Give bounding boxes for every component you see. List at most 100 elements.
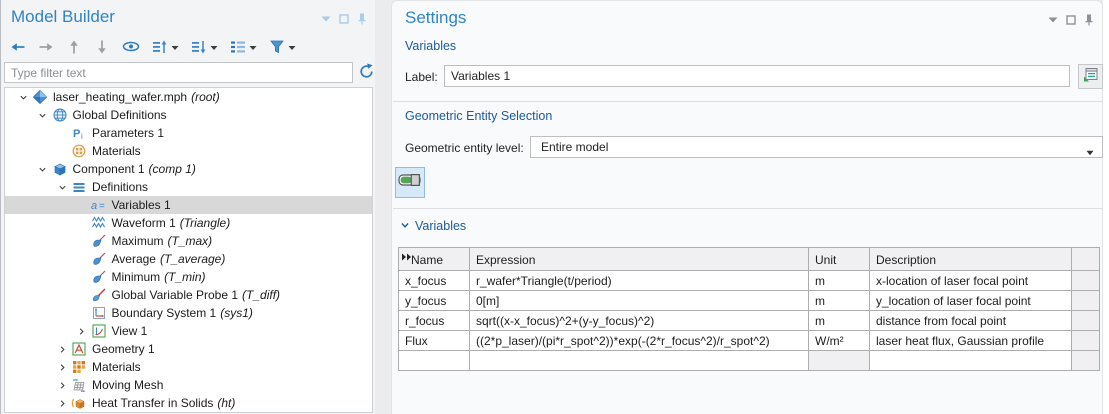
pin-panel-icon[interactable] [357, 13, 367, 25]
variable-name-cell[interactable]: Flux [399, 331, 470, 351]
chevron-collapsed-icon[interactable] [55, 399, 69, 408]
tree-item-laser-heating-wafer-mph[interactable]: laser_heating_wafer.mph(root) [5, 88, 372, 106]
tree-item-boundary-system-1[interactable]: Boundary System 1(sys1) [5, 304, 372, 322]
pin-panel-icon[interactable] [1084, 14, 1094, 26]
table-header-row: NameExpressionUnitDescription [399, 248, 1100, 271]
column-header-description[interactable]: Description [870, 248, 1072, 271]
variable-expression-cell[interactable]: sqrt((x-x_focus)^2+(y-y_focus)^2) [470, 311, 809, 331]
tree-item-maximum[interactable]: Maximum(T_max) [5, 232, 372, 250]
column-header-name[interactable]: Name [399, 248, 470, 271]
panel-menu-icon[interactable] [321, 16, 331, 22]
variable-expression-cell[interactable]: ((2*p_laser)/(pi*r_spot^2))*exp(-(2*r_fo… [470, 331, 809, 351]
float-panel-icon[interactable] [1066, 15, 1076, 25]
variable-description-cell[interactable]: distance from focal point [870, 311, 1072, 331]
tree-item-tag: (T_average) [160, 250, 225, 268]
variable-expression-cell[interactable] [470, 351, 809, 371]
table-corner-resize-icon[interactable] [401, 250, 412, 264]
filler-cell [1072, 311, 1100, 331]
variable-unit-cell[interactable]: m [809, 291, 870, 311]
variable-unit-cell[interactable]: m [809, 271, 870, 291]
chevron-collapsed-icon[interactable] [55, 381, 69, 390]
move-up-button[interactable] [66, 39, 82, 55]
tree-item-variables-1[interactable]: a=Variables 1 [5, 196, 372, 214]
tree-item-minimum[interactable]: Minimum(T_min) [5, 268, 372, 286]
column-header-unit[interactable]: Unit [809, 248, 870, 271]
settings-window-icons [1048, 14, 1094, 26]
tree-item-parameters-1[interactable]: PiParameters 1 [5, 124, 372, 142]
tree-item-label: Minimum [112, 268, 161, 286]
probe-icon [89, 252, 109, 266]
settings-title: Settings [405, 8, 466, 28]
chevron-collapsed-icon[interactable] [75, 327, 89, 336]
back-button[interactable] [10, 39, 26, 55]
refresh-icon[interactable] [358, 63, 375, 80]
column-header-expression[interactable]: Expression [470, 248, 809, 271]
svg-text:=: = [99, 201, 105, 212]
tree-item-heat-transfer-in-solids[interactable]: Heat Transfer in Solids(ht) [5, 394, 372, 412]
variable-description-cell[interactable]: y_location of laser focal point [870, 291, 1072, 311]
variable-row-r-focus: r_focussqrt((x-x_focus)^2+(y-y_focus)^2)… [399, 311, 1100, 331]
variable-description-cell[interactable]: laser heat flux, Gaussian profile [870, 331, 1072, 351]
variable-name-cell[interactable]: r_focus [399, 311, 470, 331]
variables-section-header[interactable]: Variables [400, 217, 466, 235]
parameters-icon: Pi [69, 126, 89, 140]
collapse-all-menu-caret-icon[interactable] [171, 38, 179, 56]
tree-item-definitions[interactable]: Definitions [5, 178, 372, 196]
tree-item-global-variable-probe-1[interactable]: Global Variable Probe 1(T_diff) [5, 286, 372, 304]
variable-name-cell[interactable] [399, 351, 470, 371]
variable-description-cell[interactable]: x-location of laser focal point [870, 271, 1072, 291]
filter-input[interactable] [4, 62, 353, 83]
show-button[interactable] [122, 41, 140, 53]
tree-item-waveform-1[interactable]: Waveform 1(Triangle) [5, 214, 372, 232]
variable-unit-cell[interactable]: W/m² [809, 331, 870, 351]
model-builder-title: Model Builder [11, 7, 115, 27]
tree-item-moving-mesh[interactable]: Moving Mesh [5, 376, 372, 394]
tree-item-view-1[interactable]: View 1 [5, 322, 372, 340]
filter-button[interactable] [269, 39, 285, 55]
tree-item-average[interactable]: Average(T_average) [5, 250, 372, 268]
tree-item-geometry-1[interactable]: Geometry 1 [5, 340, 372, 358]
chevron-expanded-icon[interactable] [36, 165, 50, 174]
chevron-collapsed-icon[interactable] [55, 345, 69, 354]
variable-expression-cell[interactable]: r_wafer*Triangle(t/period) [470, 271, 809, 291]
tree-item-label: Component 1 [73, 160, 145, 178]
node-text-button[interactable] [230, 39, 246, 55]
expand-all-menu-caret-icon[interactable] [210, 38, 218, 56]
expand-all-button[interactable] [191, 39, 207, 55]
chevron-expanded-icon[interactable] [36, 111, 50, 120]
variable-name-cell[interactable]: y_focus [399, 291, 470, 311]
variable-unit-cell[interactable] [809, 351, 870, 371]
probe-icon [89, 234, 109, 248]
variable-description-cell[interactable] [870, 351, 1072, 371]
filter-menu-caret-icon[interactable] [288, 38, 296, 56]
variable-name-cell[interactable]: x_focus [399, 271, 470, 291]
label-document-icon [1083, 66, 1099, 87]
global-probe-icon [89, 288, 109, 302]
variable-unit-cell[interactable]: m [809, 311, 870, 331]
tree-item-materials[interactable]: Materials [5, 142, 372, 160]
geometric-entity-level-select[interactable]: Entire model [530, 136, 1103, 158]
panel-menu-icon[interactable] [1048, 17, 1058, 23]
chevron-collapsed-icon[interactable] [55, 363, 69, 372]
chevron-expanded-icon[interactable] [16, 93, 30, 102]
chevron-expanded-icon[interactable] [55, 183, 69, 192]
waveform-icon [89, 216, 109, 230]
label-field-input[interactable] [444, 65, 1070, 87]
variable-expression-cell[interactable]: 0[m] [470, 291, 809, 311]
float-panel-icon[interactable] [339, 14, 349, 24]
label-edit-button[interactable] [1078, 64, 1103, 89]
tree-item-materials[interactable]: Materials [5, 358, 372, 376]
filler-cell [1072, 291, 1100, 311]
filler-cell [1072, 351, 1100, 371]
svg-text:a: a [91, 200, 97, 212]
tree-item-label: View 1 [112, 322, 148, 340]
model-builder-toolbar [10, 36, 296, 58]
active-toggle-button[interactable] [395, 167, 425, 198]
node-text-menu-caret-icon[interactable] [249, 38, 257, 56]
move-down-button[interactable] [94, 39, 110, 55]
tree-item-component-1[interactable]: Component 1(comp 1) [5, 160, 372, 178]
component-icon [50, 162, 70, 176]
forward-button[interactable] [38, 39, 54, 55]
collapse-all-button[interactable] [152, 39, 168, 55]
tree-item-global-definitions[interactable]: Global Definitions [5, 106, 372, 124]
